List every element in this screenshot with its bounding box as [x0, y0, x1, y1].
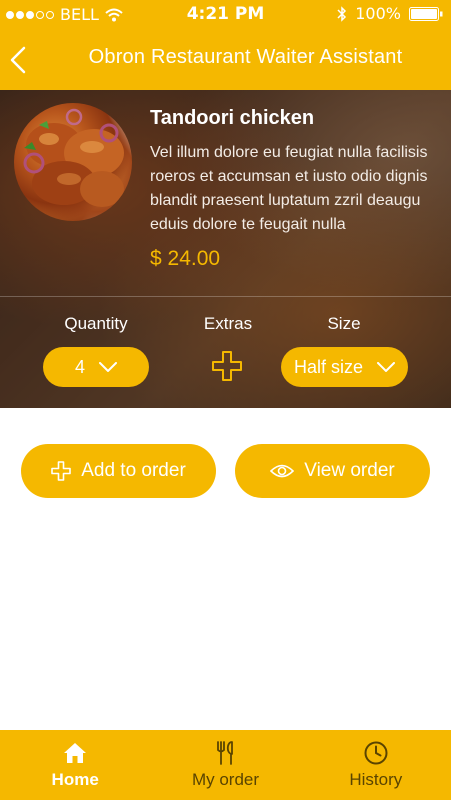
dish-name: Tandoori chicken: [150, 107, 315, 129]
extras-label: Extras: [203, 314, 253, 333]
view-order-label: View order: [304, 460, 395, 481]
size-value: Half size: [293, 356, 364, 377]
page-title: Obron Restaurant Waiter Assistant: [88, 46, 403, 68]
tab-history[interactable]: History: [301, 730, 451, 800]
quantity-dropdown[interactable]: 4: [43, 347, 149, 387]
plus-icon: [51, 461, 72, 481]
status-right: 100%: [337, 4, 443, 23]
bottom-tab-bar: Home My order History: [0, 730, 451, 800]
status-bar: BELL 4:21 PM 100%: [0, 0, 451, 30]
tab-my-order[interactable]: My order: [150, 730, 300, 800]
tab-home-label: Home: [51, 770, 99, 789]
size-label: Size: [327, 314, 361, 333]
divider: [0, 296, 451, 297]
battery-percent: 100%: [355, 4, 401, 23]
tab-home[interactable]: Home: [0, 730, 150, 800]
cutlery-icon: [217, 741, 234, 765]
tab-my-order-label: My order: [191, 770, 260, 789]
dish-info: Tandoori chicken Vel illum dolore eu feu…: [150, 107, 443, 271]
view-order-button[interactable]: View order: [235, 444, 430, 498]
quantity-label: Quantity: [64, 314, 128, 333]
add-to-order-label: Add to order: [81, 460, 186, 481]
add-to-order-button[interactable]: Add to order: [21, 444, 216, 498]
dish-image: [14, 103, 132, 221]
dish-description: Vel illum dolore eu feugiat nulla facili…: [150, 144, 428, 233]
dish-price: $ 24.00: [150, 247, 221, 270]
eye-icon: [270, 464, 295, 478]
clock-icon: [364, 741, 388, 765]
size-dropdown[interactable]: Half size: [281, 347, 408, 387]
quantity-value: 4: [74, 356, 85, 377]
chevron-down-icon: [99, 362, 117, 372]
app-header: Obron Restaurant Waiter Assistant: [0, 30, 451, 90]
add-extras-icon[interactable]: [211, 350, 243, 382]
battery-icon: [409, 6, 443, 21]
back-arrow-icon[interactable]: [8, 44, 30, 76]
chevron-down-icon: [377, 362, 396, 372]
dish-hero: Tandoori chicken Vel illum dolore eu feu…: [0, 90, 451, 408]
tab-history-label: History: [349, 770, 403, 789]
home-icon: [64, 743, 87, 763]
bluetooth-icon: [337, 5, 347, 22]
